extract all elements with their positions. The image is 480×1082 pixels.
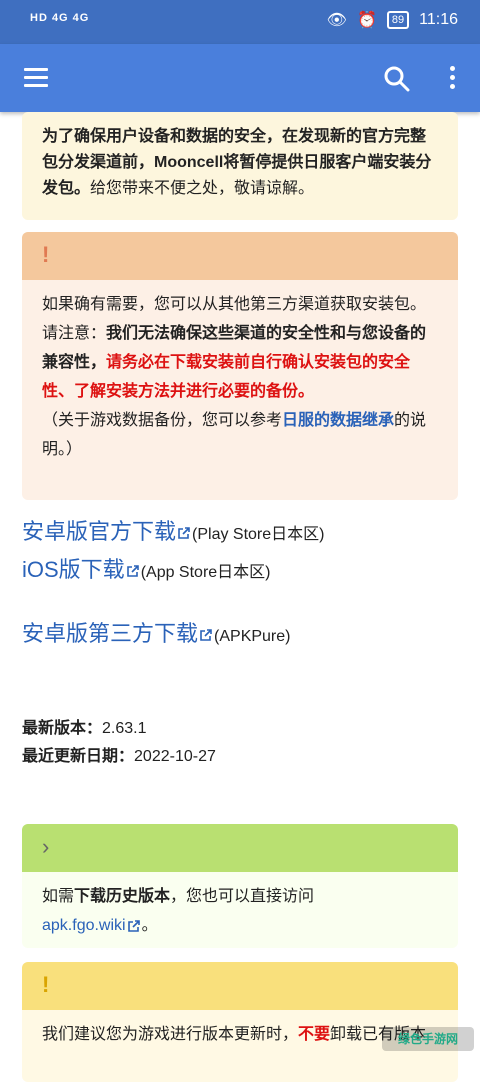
notice-header: !: [22, 232, 458, 280]
hamburger-icon[interactable]: [24, 68, 48, 88]
notice-history-prefix: 如需: [42, 888, 75, 905]
link-text[interactable]: 安卓版第三方下载: [22, 621, 198, 646]
apk-wiki-link[interactable]: apk.fgo.wiki: [42, 917, 126, 934]
eye-icon: 👁: [326, 12, 347, 29]
notice-header: ›: [22, 824, 458, 872]
last-updated-value: 2022-10-27: [134, 748, 216, 765]
notice-header: !: [22, 962, 458, 1010]
android-third-party-download-link[interactable]: 安卓版第三方下载 (APKPure): [22, 616, 290, 648]
android-official-download-link[interactable]: 安卓版官方下载 (Play Store日本区): [22, 514, 325, 546]
notice-history-bold: 下载历史版本: [74, 888, 171, 905]
notice-history-mid: ，您也可以直接访问: [170, 888, 315, 905]
notice-update: ! 我们建议您为游戏进行版本更新时，不要卸载已有版本: [22, 962, 458, 1082]
notice-history-suffix: 。: [141, 917, 158, 934]
notice-security-text: 给您带来不便之处，敬请谅解。: [90, 180, 315, 197]
watermark: 绿色手游网: [382, 1027, 474, 1051]
clock: 11:16: [419, 11, 458, 28]
notice-line: 如果确有需要，您可以从其他第三方渠道获取安装包。: [42, 296, 427, 313]
notice-label: 请注意：: [42, 325, 107, 342]
alarm-icon: ⏰: [356, 12, 377, 29]
notice-security: 为了确保用户设备和数据的安全，在发现新的官方完整包分发渠道前，Mooncell将…: [22, 112, 458, 220]
ios-download-link[interactable]: iOS版下载 (App Store日本区): [22, 552, 271, 584]
link-suffix: (APKPure): [214, 628, 291, 645]
notice-history: › 如需下载历史版本，您也可以直接访问 apk.fgo.wiki 。: [22, 824, 458, 948]
link-text[interactable]: 安卓版官方下载: [22, 519, 176, 544]
link-text[interactable]: iOS版下载: [22, 557, 125, 582]
data-transfer-link[interactable]: 日服的数据继承: [282, 412, 394, 429]
chevron-right-icon: ›: [42, 834, 50, 859]
notice-note-prefix: （关于游戏数据备份，您可以参考: [42, 412, 283, 429]
last-updated: 最近更新日期：2022-10-27: [22, 742, 216, 766]
notice-update-red: 不要: [298, 1026, 331, 1043]
latest-version-value: 2.63.1: [102, 720, 147, 737]
link-suffix: (Play Store日本区): [192, 526, 325, 543]
latest-version: 最新版本：2.63.1: [22, 714, 147, 738]
more-vert-icon[interactable]: [448, 66, 456, 92]
latest-version-label: 最新版本：: [22, 720, 103, 737]
app-bar: [0, 44, 480, 112]
external-link-icon: [178, 527, 190, 539]
last-updated-label: 最近更新日期：: [22, 748, 135, 765]
battery-indicator: 89: [386, 11, 410, 29]
search-icon[interactable]: [384, 66, 410, 92]
exclamation-icon: !: [42, 972, 50, 997]
notice-third-party: ! 如果确有需要，您可以从其他第三方渠道获取安装包。 请注意：我们无法确保这些渠…: [22, 232, 458, 500]
link-suffix: (App Store日本区): [140, 564, 271, 581]
external-link-icon: [127, 919, 140, 932]
notice-update-prefix: 我们建议您为游戏进行版本更新时，: [42, 1026, 299, 1043]
signal-indicators: HD 4G 4G: [30, 12, 90, 24]
exclamation-icon: !: [42, 242, 50, 267]
external-link-icon: [200, 629, 212, 641]
external-link-icon: [126, 565, 139, 577]
status-bar: HD 4G 4G 👁 ⏰ 89 11:16: [0, 0, 480, 44]
